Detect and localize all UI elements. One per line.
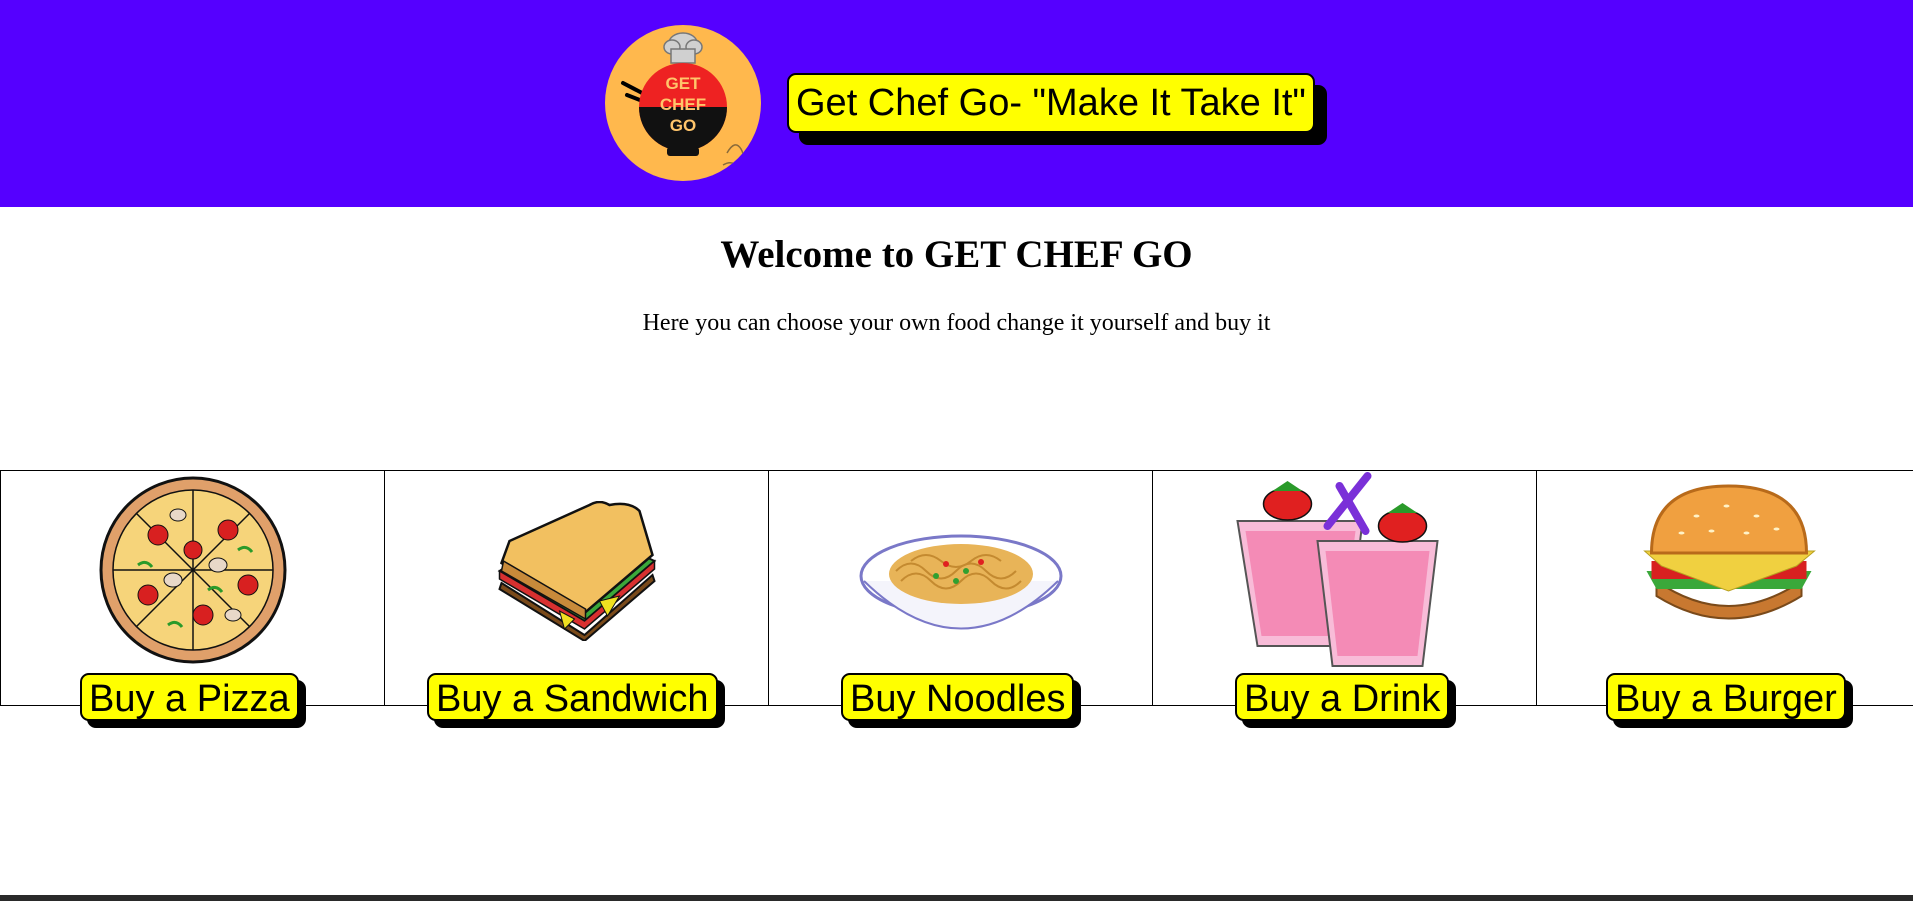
logo[interactable]: GET CHEF GO xyxy=(605,25,761,181)
product-cell-noodles xyxy=(768,470,1153,706)
product-cell-pizza xyxy=(0,470,385,706)
buy-drink-button[interactable]: Buy a Drink xyxy=(1235,673,1450,721)
noodles-icon[interactable] xyxy=(856,526,1066,646)
sandwich-icon[interactable] xyxy=(489,501,664,641)
bottom-edge-bar xyxy=(0,895,1913,901)
buy-noodles-button[interactable]: Buy Noodles xyxy=(841,673,1075,721)
buy-sandwich-button[interactable]: Buy a Sandwich xyxy=(427,673,718,721)
product-cell-burger xyxy=(1536,470,1913,706)
pizza-icon[interactable] xyxy=(98,475,288,665)
header-bar: GET CHEF GO Get Chef Go- "Make It Take I… xyxy=(0,0,1913,207)
chef-bowl-logo-icon: GET CHEF GO xyxy=(621,32,744,170)
logo-text-1: GET xyxy=(666,74,702,93)
logo-text-3: GO xyxy=(670,116,696,135)
product-cell-drink xyxy=(1152,470,1537,706)
logo-text-2: CHEF xyxy=(660,95,706,114)
drink-icon[interactable] xyxy=(1227,471,1462,671)
page-subtitle: Here you can choose your own food change… xyxy=(642,310,1271,336)
product-cell-sandwich xyxy=(384,470,769,706)
burger-icon[interactable] xyxy=(1636,481,1821,641)
tagline-banner: Get Chef Go- "Make It Take It" xyxy=(787,73,1315,133)
buy-burger-button[interactable]: Buy a Burger xyxy=(1606,673,1846,721)
page-title: Welcome to GET CHEF GO xyxy=(720,233,1193,276)
product-grid xyxy=(0,470,1913,706)
buy-pizza-button[interactable]: Buy a Pizza xyxy=(80,673,299,721)
